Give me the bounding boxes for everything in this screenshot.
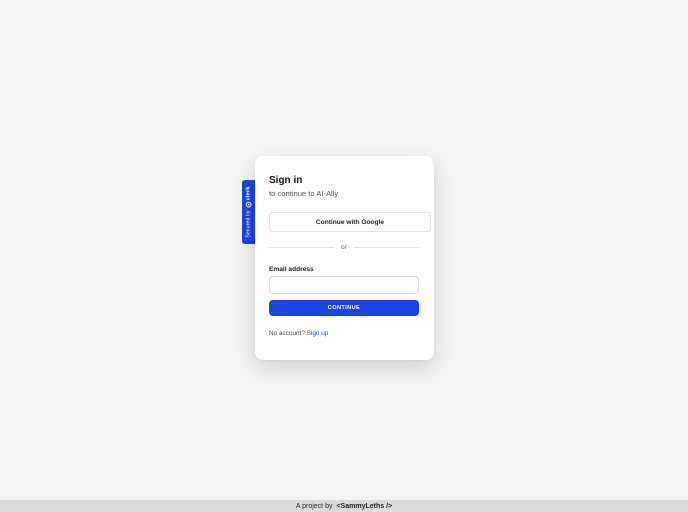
clerk-logo-icon xyxy=(246,201,252,208)
no-account-text: No account? xyxy=(269,330,305,337)
email-field[interactable] xyxy=(269,276,419,294)
email-label: Email address xyxy=(269,266,314,273)
divider-line-left xyxy=(269,246,335,248)
card-title: Sign in xyxy=(269,175,303,186)
sign-up-link[interactable]: Sign up xyxy=(307,330,329,337)
continue-with-google-button[interactable]: Continue with Google xyxy=(269,212,431,232)
page: Secured by clerk Sign in to continue to … xyxy=(0,0,688,512)
secured-by-content: Secured by clerk xyxy=(246,186,252,237)
secured-by-badge[interactable]: Secured by clerk xyxy=(242,180,256,244)
clerk-brand: clerk xyxy=(246,186,253,208)
clerk-brand-label: clerk xyxy=(246,186,253,201)
page-footer: A project by <SammyLeths /> xyxy=(0,500,688,512)
continue-button[interactable]: CONTINUE xyxy=(269,300,419,316)
divider-line-right xyxy=(353,246,419,248)
footer-author-link[interactable]: <SammyLeths /> xyxy=(336,503,392,510)
no-account-row: No account? Sign up xyxy=(269,330,328,337)
footer-prefix: A project by xyxy=(295,502,333,510)
sign-in-card: Sign in to continue to AI-Ally Continue … xyxy=(255,156,434,360)
secured-by-label: Secured by xyxy=(246,210,253,238)
card-subtitle: to continue to AI-Ally xyxy=(269,189,339,198)
or-divider: or xyxy=(269,243,419,251)
divider-or-text: or xyxy=(341,243,347,251)
